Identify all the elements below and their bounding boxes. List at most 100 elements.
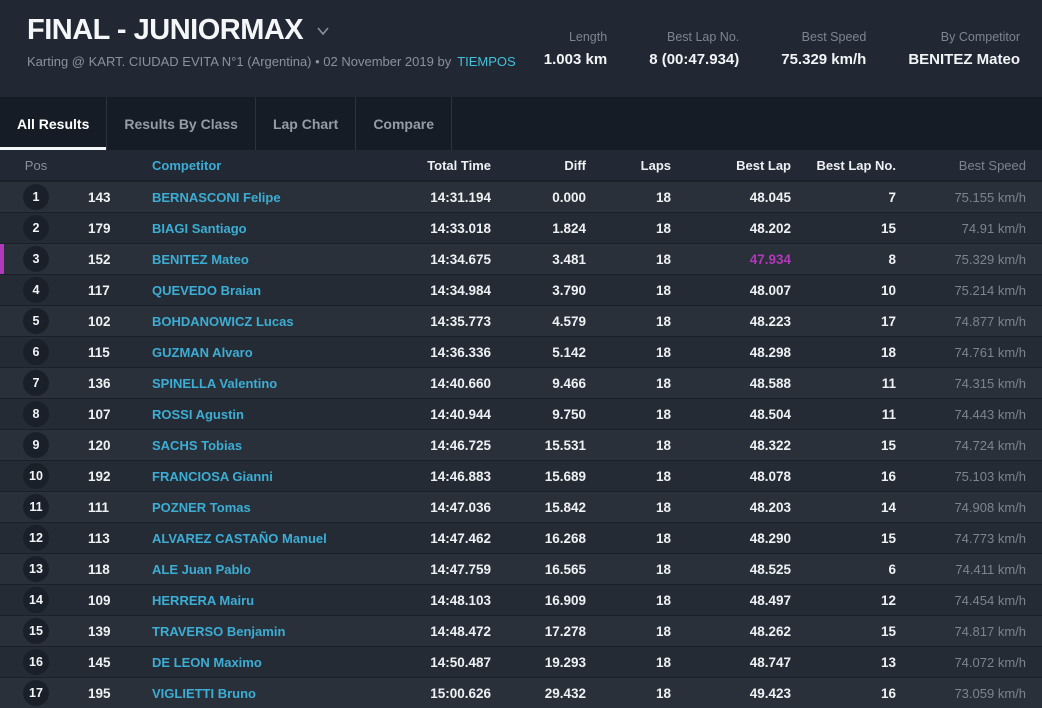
table-row[interactable]: 12 113 ALVAREZ CASTAÑO Manuel 14:47.462 … [0, 522, 1042, 553]
table-row[interactable]: 14 109 HERRERA Mairu 14:48.103 16.909 18… [0, 584, 1042, 615]
laps-value: 18 [655, 561, 671, 577]
best-speed-value: 75.155 km/h [954, 189, 1026, 205]
laps-value: 18 [655, 499, 671, 515]
table-row[interactable]: 15 139 TRAVERSO Benjamin 14:48.472 17.27… [0, 615, 1042, 646]
best-lap-no-value: 15 [880, 437, 896, 453]
kart-number: 145 [88, 654, 111, 670]
table-row[interactable]: 13 118 ALE Juan Pablo 14:47.759 16.565 1… [0, 553, 1042, 584]
tab-compare[interactable]: Compare [356, 97, 452, 150]
tiempos-link[interactable]: TIEMPOS [457, 54, 516, 69]
total-time: 15:00.626 [430, 685, 491, 701]
best-lap-no-value: 7 [888, 189, 896, 205]
laps-value: 18 [655, 282, 671, 298]
diff-value: 3.790 [552, 282, 586, 298]
position-badge: 3 [23, 246, 49, 272]
competitor-link[interactable]: BENITEZ Mateo [152, 252, 371, 267]
best-lap-no-value: 17 [880, 313, 896, 329]
event-header: FINAL - JUNIORMAX Karting @ KART. CIUDAD… [0, 0, 1042, 97]
tab-results-by-class[interactable]: Results By Class [107, 97, 256, 150]
stat-label: By Competitor [940, 30, 1020, 44]
position-badge: 2 [23, 215, 49, 241]
competitor-link[interactable]: BERNASCONI Felipe [152, 190, 371, 205]
diff-value: 15.689 [544, 468, 586, 484]
best-lap-no-value: 15 [880, 220, 896, 236]
table-row[interactable]: 17 195 VIGLIETTI Bruno 15:00.626 29.432 … [0, 677, 1042, 708]
best-lap-value: 48.290 [749, 530, 791, 546]
best-speed-value: 74.411 km/h [955, 561, 1026, 577]
position-badge: 15 [23, 618, 49, 644]
diff-value: 29.432 [544, 685, 586, 701]
total-time: 14:36.336 [430, 344, 491, 360]
kart-number: 195 [88, 685, 111, 701]
best-lap-value: 48.262 [749, 623, 791, 639]
best-lap-no-value: 18 [880, 344, 896, 360]
best-lap-no-value: 6 [888, 561, 896, 577]
competitor-link[interactable]: VIGLIETTI Bruno [152, 686, 371, 701]
competitor-link[interactable]: DE LEON Maximo [152, 655, 371, 670]
kart-number: 117 [88, 282, 110, 298]
tab-lap-chart[interactable]: Lap Chart [256, 97, 357, 150]
diff-value: 16.268 [544, 530, 586, 546]
laps-value: 18 [655, 592, 671, 608]
competitor-link[interactable]: QUEVEDO Braian [152, 283, 371, 298]
best-lap-no-value: 15 [880, 623, 896, 639]
page-title: FINAL - JUNIORMAX [27, 14, 304, 46]
competitor-link[interactable]: TRAVERSO Benjamin [152, 624, 371, 639]
diff-value: 5.142 [552, 344, 586, 360]
best-lap-value: 48.525 [749, 561, 791, 577]
competitor-link[interactable]: SACHS Tobias [152, 438, 371, 453]
competitor-link[interactable]: BIAGI Santiago [152, 221, 371, 236]
competitor-link[interactable]: GUZMAN Alvaro [152, 345, 371, 360]
competitor-link[interactable]: SPINELLA Valentino [152, 376, 371, 391]
diff-value: 9.466 [552, 375, 586, 391]
competitor-link[interactable]: HERRERA Mairu [152, 593, 371, 608]
table-row[interactable]: 8 107 ROSSI Agustin 14:40.944 9.750 18 4… [0, 398, 1042, 429]
kart-number: 102 [88, 313, 111, 329]
position-badge: 4 [23, 277, 49, 303]
position-badge: 16 [23, 649, 49, 675]
competitor-link[interactable]: BOHDANOWICZ Lucas [152, 314, 371, 329]
total-time: 14:33.018 [430, 220, 491, 236]
table-row[interactable]: 10 192 FRANCIOSA Gianni 14:46.883 15.689… [0, 460, 1042, 491]
total-time: 14:50.487 [430, 654, 491, 670]
best-speed-value: 75.329 km/h [954, 251, 1026, 267]
event-stats: Length 1.003 km Best Lap No. 8 (00:47.93… [544, 30, 1020, 68]
position-badge: 11 [23, 494, 49, 520]
total-time: 14:31.194 [430, 189, 491, 205]
tab-all-results[interactable]: All Results [0, 97, 108, 150]
total-time: 14:46.725 [430, 437, 491, 453]
table-row[interactable]: 2 179 BIAGI Santiago 14:33.018 1.824 18 … [0, 212, 1042, 243]
laps-value: 18 [655, 251, 671, 267]
competitor-link[interactable]: FRANCIOSA Gianni [152, 469, 371, 484]
best-lap-no-value: 10 [880, 282, 896, 298]
table-row[interactable]: 3 152 BENITEZ Mateo 14:34.675 3.481 18 4… [0, 243, 1042, 274]
stat-best-speed: Best Speed 75.329 km/h [781, 30, 866, 68]
table-body: 1 143 BERNASCONI Felipe 14:31.194 0.000 … [0, 181, 1042, 708]
table-row[interactable]: 4 117 QUEVEDO Braian 14:34.984 3.790 18 … [0, 274, 1042, 305]
table-row[interactable]: 9 120 SACHS Tobias 14:46.725 15.531 18 4… [0, 429, 1042, 460]
position-badge: 10 [23, 463, 49, 489]
kart-number: 120 [88, 437, 111, 453]
best-speed-value: 75.214 km/h [954, 282, 1026, 298]
table-row[interactable]: 6 115 GUZMAN Alvaro 14:36.336 5.142 18 4… [0, 336, 1042, 367]
competitor-link[interactable]: POZNER Tomas [152, 500, 371, 515]
table-row[interactable]: 7 136 SPINELLA Valentino 14:40.660 9.466… [0, 367, 1042, 398]
stat-value: 1.003 km [543, 51, 608, 68]
table-row[interactable]: 5 102 BOHDANOWICZ Lucas 14:35.773 4.579 … [0, 305, 1042, 336]
table-row[interactable]: 11 111 POZNER Tomas 14:47.036 15.842 18 … [0, 491, 1042, 522]
column-header-best-lap: Best Lap [736, 157, 791, 173]
laps-value: 18 [655, 375, 671, 391]
stat-by-competitor: By Competitor BENITEZ Mateo [908, 30, 1020, 68]
event-title-block: FINAL - JUNIORMAX Karting @ KART. CIUDAD… [27, 14, 516, 69]
table-row[interactable]: 16 145 DE LEON Maximo 14:50.487 19.293 1… [0, 646, 1042, 677]
best-speed-value: 74.773 km/h [954, 530, 1026, 546]
session-selector[interactable]: FINAL - JUNIORMAX [27, 14, 516, 47]
total-time: 14:47.462 [430, 530, 491, 546]
competitor-link[interactable]: ROSSI Agustin [152, 407, 371, 422]
laps-value: 18 [655, 406, 671, 422]
chevron-down-icon[interactable] [315, 23, 331, 44]
table-row[interactable]: 1 143 BERNASCONI Felipe 14:31.194 0.000 … [0, 181, 1042, 212]
best-speed-value: 74.761 km/h [954, 344, 1026, 360]
competitor-link[interactable]: ALE Juan Pablo [152, 562, 371, 577]
competitor-link[interactable]: ALVAREZ CASTAÑO Manuel [152, 531, 371, 546]
